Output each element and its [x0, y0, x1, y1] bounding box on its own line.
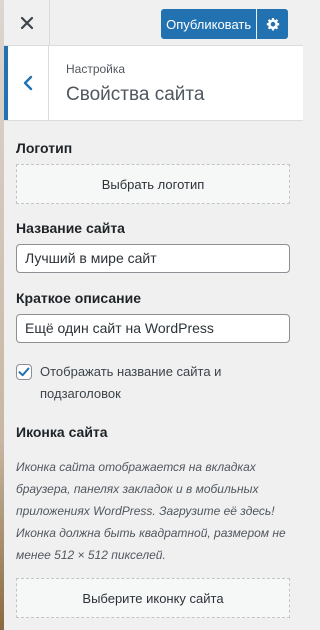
site-icon-label: Иконка сайта: [16, 424, 108, 440]
chevron-left-icon: [23, 75, 33, 91]
close-icon: [20, 16, 33, 29]
section-title: Свойства сайта: [66, 84, 205, 105]
site-title-label: Название сайта: [16, 220, 125, 236]
close-button[interactable]: [4, 0, 50, 45]
section-header: Настройка Свойства сайта: [4, 46, 303, 121]
tagline-label: Краткое описание: [16, 290, 141, 306]
publish-settings-button[interactable]: [257, 9, 288, 39]
scrollbar[interactable]: [303, 0, 310, 630]
tagline-input[interactable]: Ещё один сайт на WordPress: [16, 314, 290, 343]
customizer-panel: Опубликовать Настройка Свойства сайта Ло…: [4, 0, 303, 630]
checkmark-icon: [18, 367, 30, 377]
display-header-text-label[interactable]: Отображать название сайта и подзаголовок: [40, 361, 280, 405]
publish-button[interactable]: Опубликовать: [161, 9, 257, 39]
site-icon-size-note: Иконка должна быть квадратной, размером …: [16, 526, 286, 562]
publish-button-group: Опубликовать: [161, 9, 288, 39]
logo-label: Логотип: [16, 140, 73, 156]
back-button[interactable]: [4, 46, 49, 120]
breadcrumb: Настройка: [66, 62, 126, 76]
customizer-header: Опубликовать: [4, 0, 303, 46]
gear-icon: [266, 18, 279, 31]
select-logo-button[interactable]: Выбрать логотип: [16, 164, 290, 204]
display-header-text-checkbox[interactable]: [16, 364, 32, 380]
select-site-icon-button[interactable]: Выберите иконку сайта: [16, 578, 290, 618]
site-title-input[interactable]: Лучший в мире сайт: [16, 244, 290, 273]
site-icon-description: Иконка сайта отображается на вкладках бр…: [16, 460, 275, 518]
